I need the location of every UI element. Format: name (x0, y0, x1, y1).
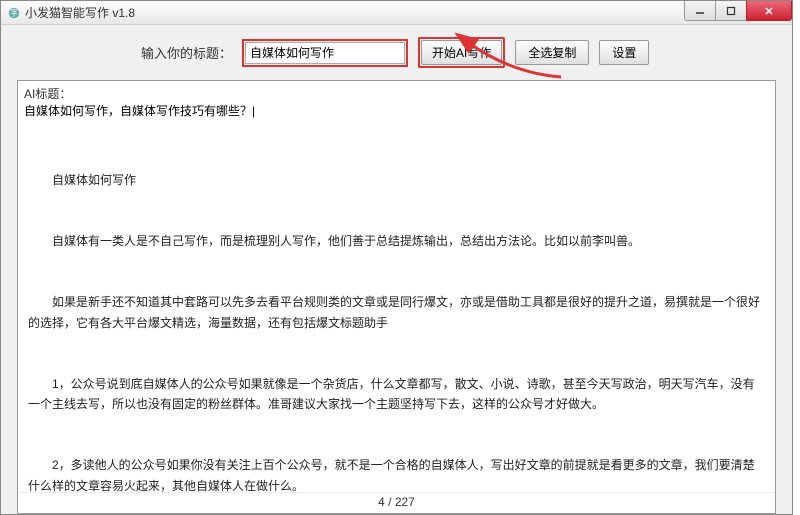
title-input[interactable] (245, 42, 405, 64)
copy-all-button[interactable]: 全选复制 (515, 40, 589, 65)
settings-button[interactable]: 设置 (599, 40, 649, 65)
toolbar: 输入你的标题： 开始AI写作 全选复制 设置 (1, 25, 792, 80)
content-panel: AI标题： 自媒体如何写作，自媒体写作技巧有哪些？ 自媒体如何写作 自媒体有一类… (17, 80, 776, 514)
title-input-label: 输入你的标题： (141, 43, 232, 62)
app-icon: 字 (7, 6, 21, 20)
svg-text:字: 字 (10, 7, 18, 17)
page-indicator: 4 / 227 (18, 492, 775, 513)
minimize-button[interactable] (684, 1, 716, 21)
titlebar[interactable]: 字 小发猫智能写作 v1.8 (1, 1, 792, 25)
title-input-highlight (242, 39, 408, 67)
start-ai-button[interactable]: 开始AI写作 (421, 40, 502, 65)
app-window: 字 小发猫智能写作 v1.8 输入你的标题： 开始AI写作 全选复制 设置 (0, 0, 793, 515)
paragraph: 1，公众号说到底自媒体人的公众号如果就像是一个杂货店，什么文章都写，散文、小说、… (28, 374, 765, 415)
ai-title-value[interactable]: 自媒体如何写作，自媒体写作技巧有哪些？ (18, 102, 775, 121)
close-button[interactable] (746, 1, 792, 21)
paragraph: 2，多读他人的公众号如果你没有关注上百个公众号，就不是一个合格的自媒体人，写出好… (28, 455, 765, 492)
paragraph: 如果是新手还不知道其中套路可以先多去看平台规则类的文章或是同行爆文，亦或是借助工… (28, 292, 765, 333)
maximize-button[interactable] (715, 1, 747, 21)
start-ai-highlight: 开始AI写作 (418, 37, 505, 68)
window-title: 小发猫智能写作 v1.8 (25, 4, 135, 21)
paragraph: 自媒体有一类人是不自己写作，而是梳理别人写作，他们善于总结提炼输出，总结出方法论… (28, 231, 765, 251)
ai-title-label: AI标题： (18, 81, 775, 102)
window-controls (685, 1, 792, 21)
generated-text-area[interactable]: 自媒体如何写作 自媒体有一类人是不自己写作，而是梳理别人写作，他们善于总结提炼输… (18, 121, 775, 492)
paragraph: 自媒体如何写作 (28, 170, 765, 190)
